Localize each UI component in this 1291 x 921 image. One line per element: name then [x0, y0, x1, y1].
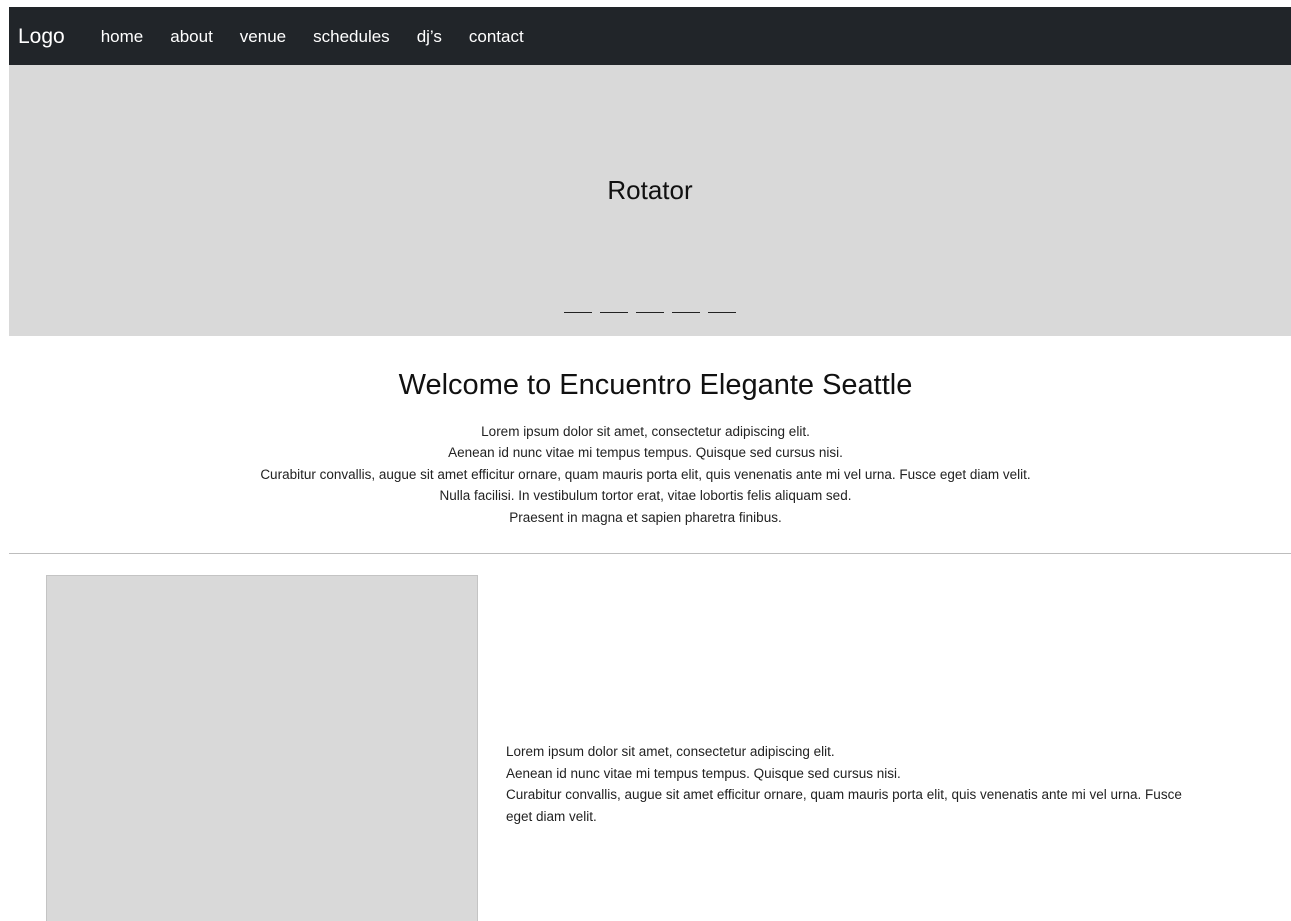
- nav-link-schedules[interactable]: schedules: [313, 28, 390, 45]
- welcome-heading: Welcome to Encuentro Elegante Seattle: [398, 369, 913, 401]
- feature-line: Aenean id nunc vitae mi tempus tempus. Q…: [506, 765, 901, 781]
- carousel-indicators: [9, 312, 1291, 313]
- rotator-carousel: Rotator: [9, 65, 1291, 336]
- feature-line: Curabitur convallis, augue sit amet effi…: [506, 787, 1182, 824]
- welcome-text: Lorem ipsum dolor sit amet, consectetur …: [0, 421, 1291, 529]
- welcome-line: Aenean id nunc vitae mi tempus tempus. Q…: [448, 445, 843, 461]
- nav-link-about[interactable]: about: [170, 28, 213, 45]
- welcome-line: Praesent in magna et sapien pharetra fin…: [509, 509, 782, 525]
- welcome-section: Welcome to Encuentro Elegante Seattle Lo…: [0, 368, 1291, 528]
- feature-line: Lorem ipsum dolor sit amet, consectetur …: [506, 744, 835, 759]
- nav-link-contact[interactable]: contact: [469, 28, 524, 45]
- carousel-indicator[interactable]: [564, 312, 592, 313]
- carousel-indicator[interactable]: [708, 312, 736, 313]
- welcome-line: Curabitur convallis, augue sit amet effi…: [260, 466, 1031, 482]
- carousel-indicator[interactable]: [600, 312, 628, 313]
- page: Logo home about venue schedules dj’s con…: [0, 0, 1291, 921]
- welcome-line: Nulla facilisi. In vestibulum tortor era…: [439, 488, 852, 504]
- welcome-line: Lorem ipsum dolor sit amet, consectetur …: [481, 423, 810, 439]
- feature-image-placeholder: [46, 575, 478, 921]
- feature-text: Lorem ipsum dolor sit amet, consectetur …: [506, 741, 1186, 827]
- logo[interactable]: Logo: [18, 26, 65, 47]
- section-divider: [9, 553, 1291, 554]
- navbar: Logo home about venue schedules dj’s con…: [9, 7, 1291, 65]
- nav-link-venue[interactable]: venue: [240, 28, 286, 45]
- rotator-title: Rotator: [607, 175, 693, 205]
- nav-link-home[interactable]: home: [101, 28, 144, 45]
- carousel-indicator[interactable]: [636, 312, 664, 313]
- nav-link-djs[interactable]: dj’s: [417, 28, 442, 45]
- carousel-indicator[interactable]: [672, 312, 700, 313]
